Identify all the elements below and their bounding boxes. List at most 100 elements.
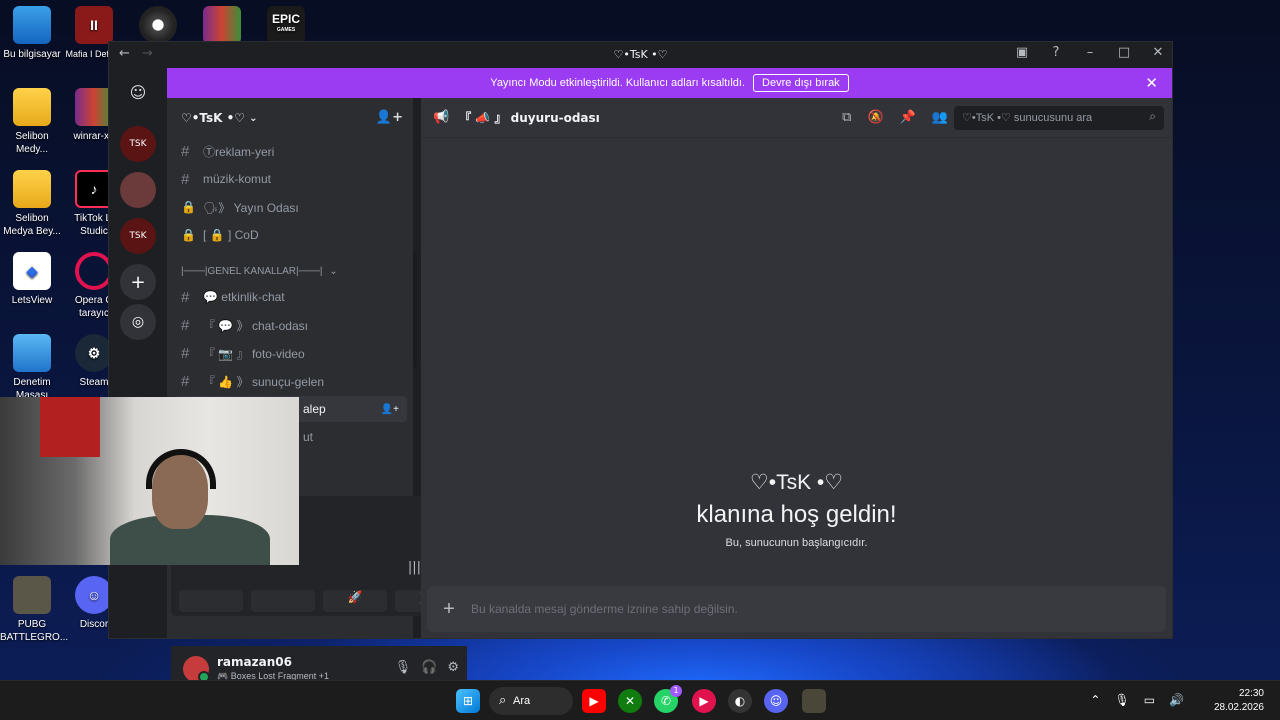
- channel-label: 『 👍 》 sunuçu-gelen: [203, 374, 324, 389]
- network-icon[interactable]: ▭: [1144, 693, 1155, 707]
- microphone-icon[interactable]: 🎙: [395, 660, 412, 675]
- category-genel-kanallar[interactable]: |───|GENEL KANALLAR|───| ⌄: [181, 266, 338, 277]
- monitor-icon: [13, 6, 51, 44]
- game-icon[interactable]: [802, 689, 826, 713]
- headphones-shape: [146, 449, 216, 489]
- channel-etkinlik-chat[interactable]: # 💬 etkinlik-chat: [175, 284, 407, 310]
- channel-chat-odasi[interactable]: # 『 💬 》 chat-odası: [175, 312, 407, 338]
- desktop-icon-control-panel[interactable]: Denetim Masası: [0, 334, 64, 402]
- channel-cod[interactable]: 🔒 [ 🔒 ] CoD: [175, 222, 407, 248]
- discord-home-icon[interactable]: ☺: [120, 74, 156, 110]
- server-name: ♡•TsK •♡: [181, 111, 246, 125]
- minimize-icon[interactable]: –: [1082, 45, 1098, 60]
- sidebar-scrollbar[interactable]: [413, 252, 417, 367]
- streamer-mode-banner: Yayıncı Modu etkinleştirildi. Kullanıcı …: [167, 68, 1172, 98]
- microphone-icon[interactable]: 🎙: [1114, 693, 1129, 707]
- desktop-icon-label: Selibon Medya Bey...: [3, 213, 61, 237]
- window-title: ♡•TsK •♡: [613, 48, 668, 61]
- epic-games-icon: EPIC GAMES: [267, 6, 305, 44]
- inbox-icon[interactable]: ▣: [1014, 45, 1030, 60]
- lock-icon: 🔒: [181, 228, 196, 242]
- threads-icon[interactable]: ⧉: [842, 110, 851, 125]
- xbox-icon[interactable]: ✕: [618, 689, 642, 713]
- add-attachment-icon[interactable]: +: [427, 598, 471, 621]
- add-member-icon[interactable]: 👤+: [381, 404, 399, 415]
- opera-gx-icon[interactable]: ◐: [728, 689, 752, 713]
- server-header[interactable]: ♡•TsK •♡ ⌄ 👤+: [167, 98, 413, 138]
- avatar[interactable]: [183, 656, 210, 683]
- webcam-overlay: [0, 397, 299, 565]
- channel-label: müzik-komut: [203, 172, 272, 186]
- hash-icon: #: [181, 170, 190, 188]
- channel-label: [ 🔒 ] CoD: [203, 228, 259, 242]
- category-label: |───|GENEL KANALLAR|───|: [181, 266, 323, 277]
- desktop-icon-selibon-medya-bey[interactable]: Selibon Medya Bey...: [0, 170, 64, 238]
- message-composer[interactable]: + Bu kanalda mesaj gönderme iznine sahip…: [427, 586, 1166, 632]
- taskbar-search[interactable]: Ara: [489, 687, 573, 715]
- discover-icon[interactable]: ◎: [120, 304, 156, 340]
- invite-people-icon[interactable]: 👤+: [376, 110, 403, 125]
- channel-label: ut: [303, 430, 314, 444]
- share-screen-button[interactable]: [251, 590, 315, 612]
- headphones-icon[interactable]: 🎧: [421, 660, 437, 675]
- discord-icon[interactable]: ☺: [764, 689, 788, 713]
- channel-foto-video[interactable]: # 『 📷 』 foto-video: [175, 340, 407, 366]
- announcement-icon: 📢: [433, 110, 450, 125]
- folder-icon: [13, 88, 51, 126]
- channel-yayin-odasi[interactable]: 🔒 🗣》 Yayın Odası: [175, 194, 407, 220]
- desktop-icon-this-pc[interactable]: Bu bilgisayar: [0, 6, 64, 61]
- close-window-icon[interactable]: ✕: [1150, 45, 1166, 60]
- server-icon-2[interactable]: [120, 172, 156, 208]
- youtube-icon[interactable]: ▶: [582, 689, 606, 713]
- search-input[interactable]: ♡•TsK •♡ sunucusunu ara ⌕: [954, 106, 1164, 130]
- chevron-up-icon[interactable]: ⌃: [1090, 693, 1100, 707]
- activities-button[interactable]: 🚀: [323, 590, 387, 612]
- pubg-icon: [13, 576, 51, 614]
- search-placeholder: ♡•TsK •♡ sunucusunu ara: [962, 112, 1093, 124]
- desktop-icon-selibon-medy[interactable]: Selibon Medy...: [0, 88, 64, 156]
- volume-icon[interactable]: 🔊: [1169, 693, 1184, 707]
- clock[interactable]: 22:30 28.02.2026: [1214, 687, 1264, 715]
- add-server-icon[interactable]: +: [120, 264, 156, 300]
- windows-start-icon[interactable]: ⊞: [456, 689, 480, 713]
- flag-background: [40, 397, 100, 457]
- taskbar: ⊞ Ara ▶ ✕ ✆ 1 ▶ ◐ ☺ ⌃ 🎙 ▭ 🔊 22:30 28.02.…: [0, 680, 1280, 720]
- server-icon-tsk[interactable]: TSK: [120, 126, 156, 162]
- channel-reklam-yeri[interactable]: # Ⓣreklam-yeri: [175, 138, 407, 164]
- epic-logo-text: EPIC: [271, 12, 300, 26]
- camera-button[interactable]: [179, 590, 243, 612]
- window-titlebar: ← → ♡•TsK •♡ ▣ ? – □ ✕: [109, 42, 1172, 68]
- channel-label: 🗣》 Yayın Odası: [203, 200, 299, 215]
- channel-muzik-komut[interactable]: # müzik-komut: [175, 166, 407, 192]
- chevron-down-icon: ⌄: [329, 266, 338, 277]
- desktop-icon-label: LetsView: [11, 295, 53, 306]
- desktop-icon-letsview[interactable]: ◈ LetsView: [0, 252, 64, 307]
- search-icon: ⌕: [1149, 109, 1156, 123]
- close-banner-icon[interactable]: ✕: [1145, 74, 1158, 92]
- streamer-mode-text: Yayıncı Modu etkinleştirildi. Kullanıcı …: [490, 77, 746, 89]
- window-controls: ▣ ? – □ ✕: [1014, 45, 1166, 60]
- disable-streamer-mode-button[interactable]: Devre dışı bırak: [753, 74, 849, 92]
- help-icon[interactable]: ?: [1048, 45, 1064, 60]
- letsview-icon: ◈: [13, 252, 51, 290]
- notification-bell-icon[interactable]: 🔕: [867, 110, 883, 125]
- welcome-section: ♡•TsK •♡ klanına hoş geldin! Bu, sunucun…: [421, 470, 1172, 549]
- user-controls: 🎙 🎧 ⚙: [395, 660, 459, 675]
- settings-gear-icon[interactable]: ⚙: [447, 660, 459, 675]
- hash-icon: #: [181, 288, 190, 306]
- maximize-icon[interactable]: □: [1116, 45, 1132, 60]
- desktop-icon-label: Selibon Medy...: [15, 131, 49, 155]
- clock-date: 28.02.2026: [1213, 702, 1264, 713]
- channel-sunucu-gelen[interactable]: # 『 👍 》 sunuçu-gelen: [175, 368, 407, 394]
- whatsapp-icon[interactable]: ✆ 1: [654, 685, 682, 713]
- desktop-icon-pubg[interactable]: PUBG BATTLEGRO...: [0, 576, 68, 644]
- server-icon-3[interactable]: TSK: [120, 218, 156, 254]
- soundboard-icon[interactable]: |||: [408, 560, 421, 575]
- user-info[interactable]: ramazan06 🎮 Boxes Lost Fragment +1: [209, 655, 329, 683]
- music-player-icon[interactable]: ▶: [692, 689, 716, 713]
- pin-icon[interactable]: 📌: [900, 110, 916, 125]
- composer-placeholder: Bu kanalda mesaj gönderme iznine sahip d…: [471, 602, 738, 616]
- member-list-icon[interactable]: 👥: [932, 110, 948, 125]
- hash-icon: #: [181, 344, 190, 362]
- channel-label: alep: [303, 402, 326, 416]
